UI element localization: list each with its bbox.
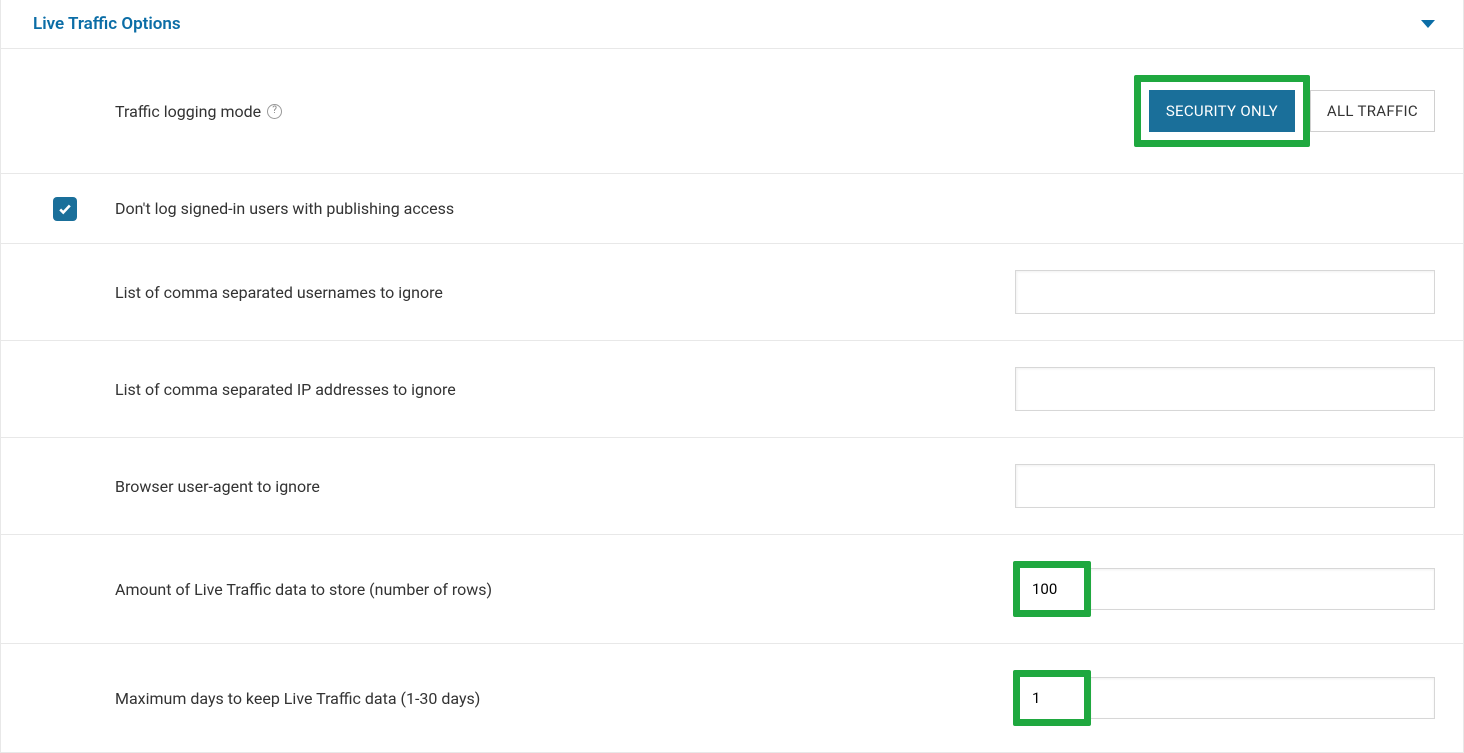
input-rows-store[interactable] (1024, 570, 1080, 608)
all-traffic-button[interactable]: ALL TRAFFIC (1310, 90, 1435, 132)
live-traffic-options-panel: Live Traffic Options Traffic logging mod… (0, 0, 1464, 753)
input-max-days[interactable] (1024, 679, 1080, 717)
check-icon (58, 202, 72, 216)
input-ignore-ips[interactable] (1015, 367, 1435, 411)
highlight-max-days (1013, 670, 1091, 726)
security-only-button[interactable]: SECURITY ONLY (1149, 90, 1295, 132)
label-ignore-ua: Browser user-agent to ignore (115, 477, 1015, 496)
row-ignore-usernames: List of comma separated usernames to ign… (1, 244, 1463, 341)
label-rows-store: Amount of Live Traffic data to store (nu… (115, 580, 1013, 599)
input-max-days-remainder[interactable] (1091, 677, 1435, 719)
checkbox-dont-log-publishers[interactable] (53, 197, 77, 221)
label-logging-mode: Traffic logging mode ? (115, 102, 1134, 121)
row-max-days: Maximum days to keep Live Traffic data (… (1, 644, 1463, 752)
input-rows-store-remainder[interactable] (1091, 568, 1435, 610)
controls-ignore-usernames (1015, 270, 1435, 314)
label-ignore-ips: List of comma separated IP addresses to … (115, 380, 1015, 399)
highlight-rows-store (1013, 561, 1091, 617)
input-ignore-usernames[interactable] (1015, 270, 1435, 314)
label-ignore-usernames: List of comma separated usernames to ign… (115, 283, 1015, 302)
logging-mode-controls: SECURITY ONLY ALL TRAFFIC (1134, 75, 1435, 147)
label-text: Traffic logging mode (115, 102, 261, 121)
help-icon[interactable]: ? (267, 104, 282, 119)
row-rows-store: Amount of Live Traffic data to store (nu… (1, 535, 1463, 644)
label-max-days: Maximum days to keep Live Traffic data (… (115, 689, 1013, 708)
row-dont-log-publishers: Don't log signed-in users with publishin… (1, 174, 1463, 244)
controls-max-days (1013, 670, 1435, 726)
lead-col (1, 197, 115, 221)
controls-rows-store (1013, 561, 1435, 617)
highlight-security-only: SECURITY ONLY (1134, 75, 1310, 147)
label-dont-log-publishers: Don't log signed-in users with publishin… (115, 199, 1435, 218)
row-logging-mode: Traffic logging mode ? SECURITY ONLY ALL… (1, 49, 1463, 174)
controls-ignore-ips (1015, 367, 1435, 411)
controls-ignore-ua (1015, 464, 1435, 508)
panel-header[interactable]: Live Traffic Options (1, 0, 1463, 49)
row-ignore-ips: List of comma separated IP addresses to … (1, 341, 1463, 438)
panel-title: Live Traffic Options (33, 14, 181, 34)
row-ignore-ua: Browser user-agent to ignore (1, 438, 1463, 535)
input-ignore-ua[interactable] (1015, 464, 1435, 508)
chevron-down-icon (1421, 20, 1435, 28)
